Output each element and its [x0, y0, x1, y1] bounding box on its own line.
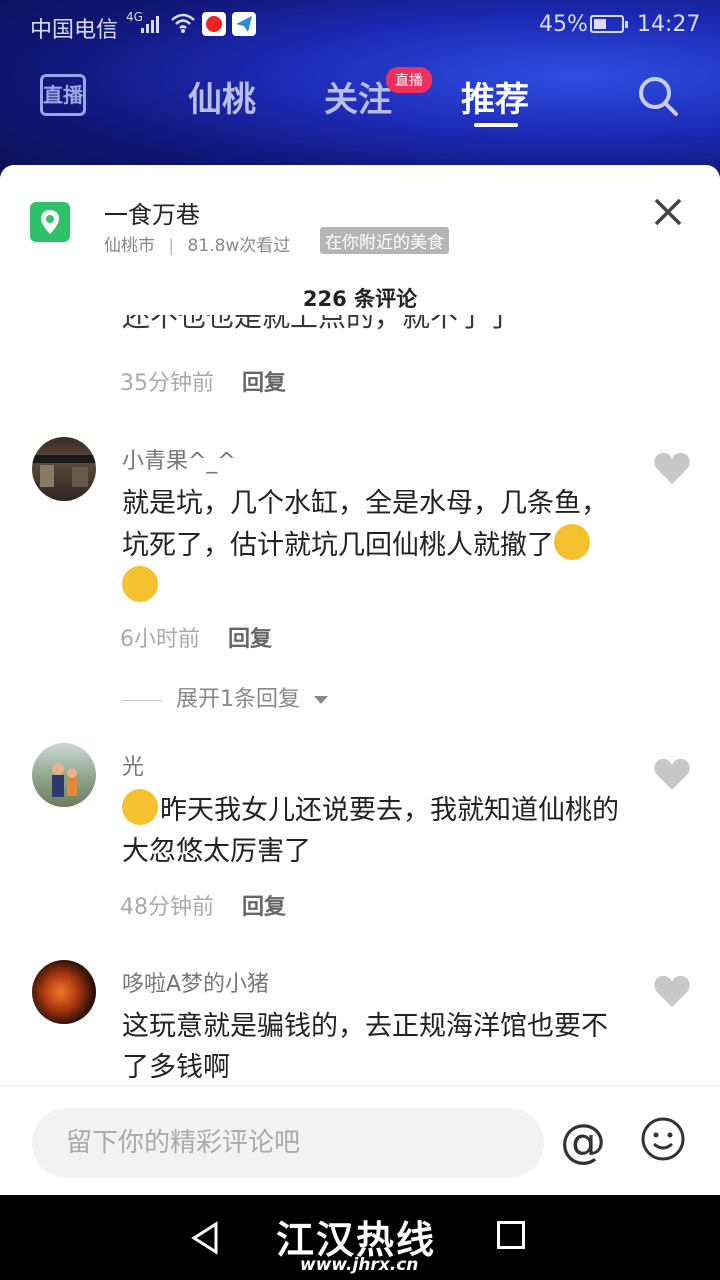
comment-meta: 6小时前 回复 [120, 621, 272, 653]
comment-username[interactable]: 哆啦A梦的小猪 [122, 966, 269, 998]
meta-divider: | [168, 236, 175, 256]
tab-xiantao[interactable]: 仙桃 [188, 72, 256, 121]
signal-icon [141, 16, 159, 33]
comment-body: 昨天我女儿还说要去，我就知道仙桃的大忽悠太厉害了 [122, 795, 619, 867]
comment-text: 就是坑，几个水缸，全是水母，几条鱼，坑死了，估计就坑几回仙桃人就撤了 [122, 483, 622, 608]
partial-comment-text: 还不也也是就上点的，就不了了 [122, 315, 515, 333]
comment-meta: 35分钟前 回复 [120, 365, 286, 397]
search-icon[interactable] [636, 74, 680, 118]
location-meta: 仙桃市 | 81.8w次看过 [104, 231, 290, 256]
reply-button[interactable]: 回复 [242, 371, 286, 396]
mention-button[interactable]: @ [560, 1114, 606, 1168]
tab-following[interactable]: 关注 [324, 72, 392, 121]
wifi-icon [171, 13, 195, 33]
carrier-label: 中国电信 [30, 18, 119, 43]
live-badge: 直播 [386, 67, 432, 93]
tab-recommend[interactable]: 推荐 [461, 72, 529, 121]
location-views: 81.8w次看过 [187, 236, 291, 256]
grin-emoji-icon [122, 789, 158, 825]
send-app-icon [232, 12, 256, 36]
expand-replies-label: 展开1条回复 [176, 687, 300, 712]
comment-input-bar: @ [0, 1085, 720, 1195]
location-title[interactable]: 一食万巷 [104, 195, 200, 230]
divider-line [122, 699, 162, 701]
expand-replies-button[interactable]: 展开1条回复 [122, 681, 329, 713]
laugh-cry-emoji-icon [122, 566, 158, 602]
active-tab-indicator [474, 123, 518, 127]
comment-time: 6小时前 [120, 627, 200, 652]
watermark-url: www.jhrx.cn [300, 1255, 419, 1275]
reply-button[interactable]: 回复 [228, 627, 272, 652]
comment-text: 这玩意就是骗钱的，去正规海洋馆也要不了多钱啊 [122, 1011, 608, 1083]
comment-time: 48分钟前 [120, 895, 214, 920]
heart-icon[interactable] [653, 974, 691, 1008]
chevron-down-icon [314, 696, 328, 704]
emoji-icon[interactable] [640, 1116, 686, 1162]
comment-meta: 48分钟前 回复 [120, 889, 286, 921]
recents-icon[interactable] [497, 1221, 525, 1249]
live-icon[interactable]: 直播 [40, 74, 86, 116]
location-pin-icon [30, 202, 70, 242]
battery-icon [590, 15, 628, 33]
comment-sheet: 一食万巷 仙桃市 | 81.8w次看过 在你附近的美食 226 条评论 还不也也… [0, 165, 720, 1195]
back-icon[interactable] [190, 1221, 220, 1255]
location-city: 仙桃市 [104, 236, 155, 256]
reply-button[interactable]: 回复 [242, 895, 286, 920]
comment-input[interactable] [32, 1108, 544, 1178]
comment-list[interactable]: 还不也也是就上点的，就不了了 35分钟前 回复 小青果^_^ 就是坑，几个水缸，全… [0, 315, 720, 1085]
comment-count: 226 条评论 [302, 287, 418, 311]
avatar[interactable] [32, 743, 96, 807]
comment-body: 就是坑，几个水缸，全是水母，几条鱼，坑死了，估计就坑几回仙桃人就撤了 [122, 488, 608, 561]
avatar[interactable] [32, 437, 96, 501]
nearby-tag: 在你附近的美食 [320, 227, 449, 254]
battery-percent: 45% [539, 12, 588, 37]
comment-username[interactable]: 光 [122, 749, 144, 781]
system-nav-bar: 江汉热线 www.jhrx.cn [0, 1195, 720, 1280]
battery-fill [594, 19, 606, 29]
laugh-cry-emoji-icon [554, 524, 590, 560]
heart-icon[interactable] [653, 757, 691, 791]
avatar[interactable] [32, 960, 96, 1024]
close-icon[interactable] [651, 195, 685, 229]
top-nav: 直播 仙桃 关注 直播 推荐 [0, 60, 720, 140]
heart-icon[interactable] [653, 451, 691, 485]
record-app-icon [202, 12, 226, 36]
clock: 14:27 [637, 12, 701, 37]
status-bar: 中国电信 4G 45% 14:27 [0, 0, 720, 50]
comment-username[interactable]: 小青果^_^ [122, 443, 236, 475]
comment-text: 昨天我女儿还说要去，我就知道仙桃的大忽悠太厉害了 [122, 789, 622, 872]
comment-time: 35分钟前 [120, 371, 214, 396]
